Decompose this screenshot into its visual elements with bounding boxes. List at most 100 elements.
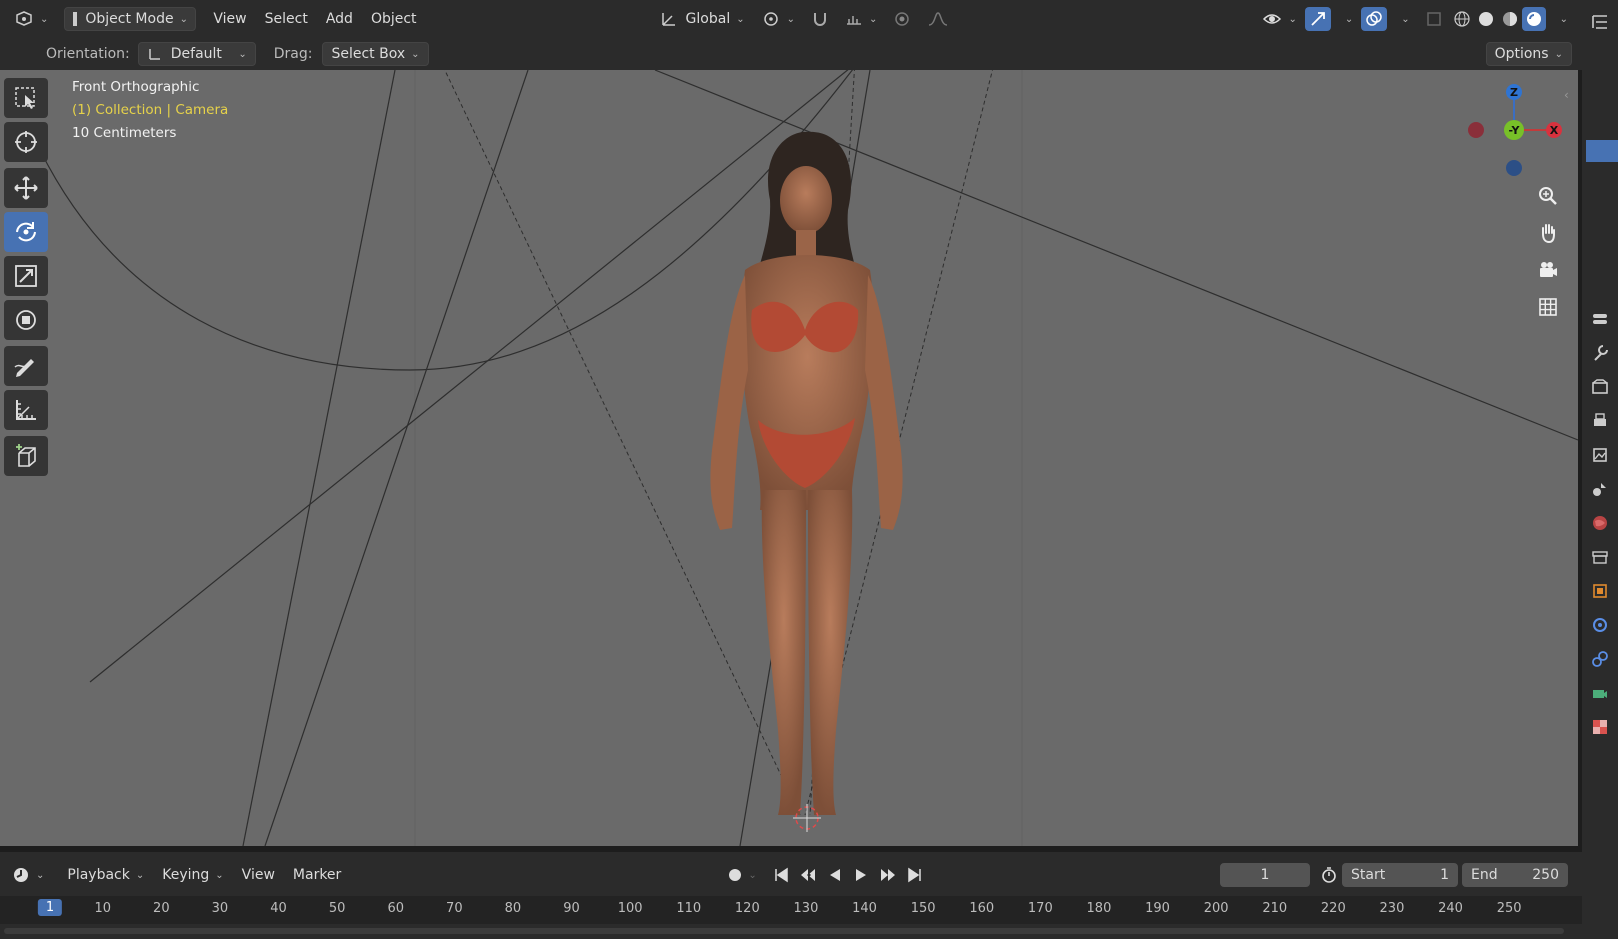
cursor-icon [15, 131, 37, 153]
ortho-toggle-button[interactable] [1532, 291, 1564, 323]
tab-output[interactable] [1582, 404, 1618, 438]
world-icon [1593, 516, 1607, 530]
camera-view-button[interactable] [1532, 254, 1564, 286]
menu-playback[interactable]: Playback ⌄ [58, 863, 153, 887]
navigation-gizmo[interactable]: Z X -Y [1458, 80, 1568, 180]
timeline-header: ⌄ Playback ⌄ Keying ⌄ View Marker ⌄ 1 Star… [0, 860, 1582, 890]
mode-dropdown[interactable]: Object Mode ⌄ [64, 7, 197, 31]
outliner-selected-row[interactable] [1586, 140, 1618, 162]
tool-select-box[interactable] [4, 78, 48, 118]
wireframe-sphere-icon [1454, 11, 1470, 27]
auto-keying-toggle[interactable]: ⌄ [720, 863, 764, 887]
tool-scale[interactable] [4, 256, 48, 296]
drag-dropdown[interactable]: Select Box ⌄ [322, 42, 429, 66]
menu-object[interactable]: Object [362, 7, 426, 31]
right-arm [865, 275, 903, 530]
ruler-tick-label: 50 [328, 901, 346, 916]
ruler-tick-label: 10 [94, 901, 112, 916]
tab-render[interactable] [1582, 370, 1618, 404]
start-frame-field[interactable]: Start 1 [1342, 863, 1458, 887]
overlays-toggle[interactable] [1361, 7, 1388, 31]
tab-tool[interactable] [1582, 336, 1618, 370]
pan-button[interactable] [1532, 217, 1564, 249]
tool-move[interactable] [4, 168, 48, 208]
options-dropdown[interactable]: Options ⌄ [1485, 42, 1572, 66]
shading-material[interactable] [1498, 7, 1522, 31]
orientation-dropdown[interactable]: Default ⌄ [137, 42, 256, 66]
render-camera-icon [1592, 379, 1608, 394]
proportional-edit-toggle[interactable] [885, 7, 919, 31]
gizmo-dropdown[interactable]: ⌄ [1331, 7, 1361, 31]
transform-orientation-dropdown[interactable]: Global ⌄ [652, 7, 753, 31]
options-toggle-icon [1593, 314, 1607, 324]
jump-end-button[interactable] [903, 863, 927, 887]
jump-start-button[interactable] [769, 863, 793, 887]
rendered-sphere-icon [1526, 12, 1541, 26]
neg-z-handle[interactable] [1506, 160, 1522, 176]
tool-transform[interactable] [4, 300, 48, 340]
snap-target-dropdown[interactable]: ⌄ [837, 7, 885, 31]
shading-solid[interactable] [1474, 7, 1498, 31]
properties-options-button[interactable] [1582, 302, 1618, 336]
current-frame-field[interactable]: 1 [1220, 863, 1310, 887]
tool-rotate[interactable] [4, 212, 48, 252]
tab-view-layer[interactable] [1582, 438, 1618, 472]
menu-select[interactable]: Select [256, 7, 317, 31]
visibility-dropdown[interactable]: ⌄ [1254, 7, 1304, 31]
rotate-icon [16, 222, 36, 242]
options-label: Options [1494, 46, 1549, 62]
ruler-tick-label: 60 [387, 901, 405, 916]
current-frame-marker[interactable]: 1 [37, 899, 63, 916]
scale-icon [15, 265, 37, 287]
preview-range-toggle[interactable] [1316, 863, 1342, 887]
pivot-point-dropdown[interactable]: ⌄ [753, 7, 803, 31]
next-keyframe-button[interactable] [875, 863, 901, 887]
menu-keying[interactable]: Keying ⌄ [153, 863, 232, 887]
end-frame-field[interactable]: End 250 [1462, 863, 1568, 887]
chevron-down-icon: ⌄ [869, 13, 878, 25]
overlays-dropdown[interactable]: ⌄ [1387, 7, 1417, 31]
ruler-tick-label: 170 [1027, 901, 1053, 916]
frame-ruler[interactable]: 1 10 20 30 40 50 60 70 80 90 100 110 120 130 140 150 160… [0, 896, 1582, 924]
shading-rendered[interactable] [1521, 7, 1546, 31]
zoom-button[interactable] [1532, 180, 1564, 212]
shading-wireframe[interactable] [1450, 7, 1474, 31]
timeline-scrollbar[interactable] [4, 928, 1564, 934]
chevron-down-icon: ⌄ [786, 13, 795, 25]
menu-timeline-view[interactable]: View [233, 863, 284, 887]
play-button[interactable] [849, 863, 873, 887]
xray-toggle[interactable] [1418, 7, 1450, 31]
tool-header: Orientation: Default ⌄ Drag: Select Box … [0, 38, 1582, 70]
3d-viewport-icon [16, 11, 32, 26]
editor-type-button[interactable]: ⌄ [6, 7, 56, 31]
jump-end-icon [907, 867, 921, 883]
gizmo-toggle[interactable] [1304, 7, 1331, 31]
tab-modifiers[interactable] [1582, 608, 1618, 642]
tab-data[interactable] [1582, 676, 1618, 710]
tab-scene[interactable] [1582, 472, 1618, 506]
tool-annotate[interactable] [4, 346, 48, 386]
timeline-editor-type[interactable]: ⌄ [4, 863, 52, 887]
tool-add-cube[interactable] [4, 436, 48, 476]
shading-dropdown[interactable]: ⌄ [1546, 7, 1576, 31]
tab-texture[interactable] [1582, 710, 1618, 744]
tab-constraints[interactable] [1582, 642, 1618, 676]
snap-toggle[interactable] [803, 7, 837, 31]
falloff-dropdown[interactable] [919, 7, 957, 31]
neg-x-handle[interactable] [1468, 122, 1484, 138]
menu-add[interactable]: Add [317, 7, 362, 31]
prev-keyframe-button[interactable] [795, 863, 821, 887]
tab-collection[interactable] [1582, 540, 1618, 574]
tool-cursor[interactable] [4, 122, 48, 162]
menu-view[interactable]: View [204, 7, 255, 31]
tool-measure[interactable] [4, 390, 48, 430]
outliner-filter-button[interactable] [1582, 0, 1618, 44]
menu-marker[interactable]: Marker [284, 863, 350, 887]
sidebar-expand-arrow-icon[interactable]: ‹ [1564, 88, 1569, 102]
collection-line: (1) Collection | Camera [72, 102, 229, 118]
tab-object[interactable] [1582, 574, 1618, 608]
tab-world[interactable] [1582, 506, 1618, 540]
character-model[interactable] [710, 131, 903, 815]
play-reverse-button[interactable] [823, 863, 847, 887]
3d-viewport[interactable]: Front Orthographic (1) Collection | Came… [0, 70, 1578, 846]
